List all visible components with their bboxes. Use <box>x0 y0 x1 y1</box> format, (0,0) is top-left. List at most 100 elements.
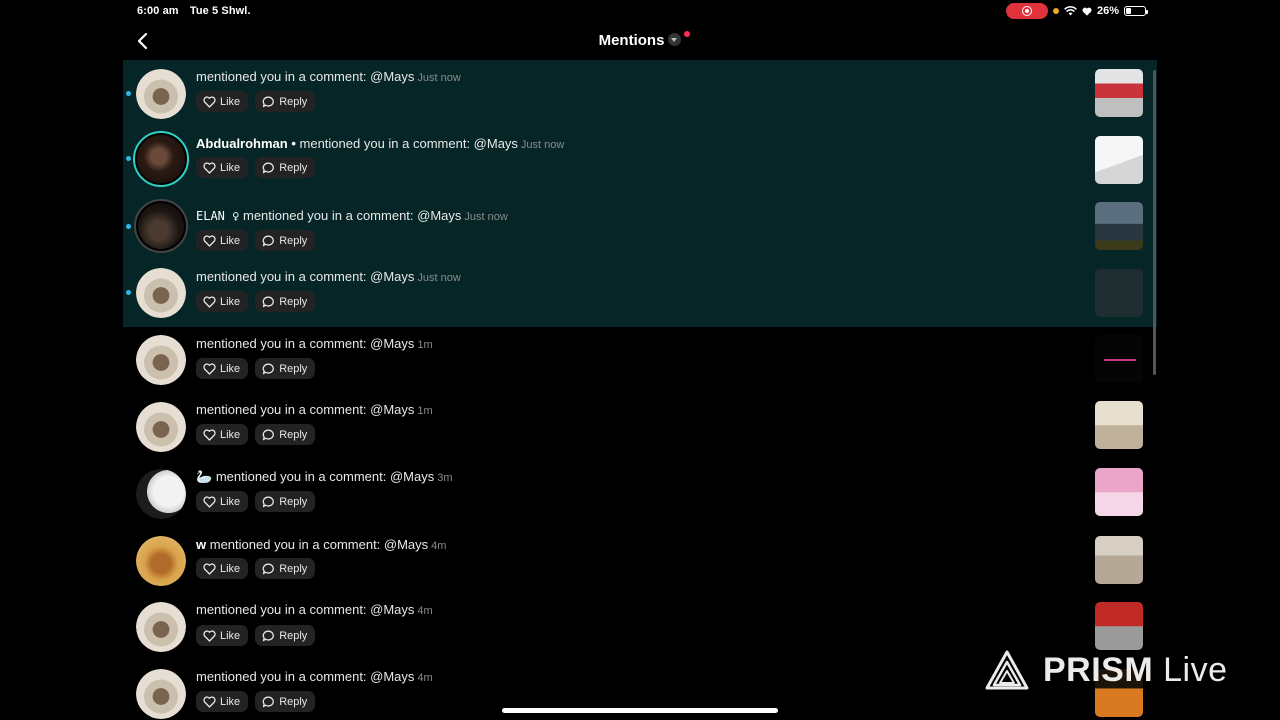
comment-icon <box>262 429 275 440</box>
reply-button[interactable]: Reply <box>255 558 316 579</box>
heart-outline-icon <box>203 161 216 174</box>
mention-actions: Like Reply <box>196 625 316 646</box>
timestamp: Just now <box>464 211 508 223</box>
comment-icon <box>262 696 275 707</box>
username[interactable]: Abdualrohman • <box>196 136 296 151</box>
avatar[interactable] <box>136 402 186 452</box>
list-item[interactable]: w mentioned you in a comment: @Mays 4m Li… <box>123 528 1157 594</box>
screen-recording-icon[interactable] <box>1005 3 1048 19</box>
list-item[interactable]: mentioned you in a comment: @Mays Just no… <box>123 60 1157 126</box>
username[interactable]: 🦢 <box>196 469 212 484</box>
reply-button[interactable]: Reply <box>255 157 316 178</box>
avatar-story-ring[interactable] <box>133 131 189 187</box>
username[interactable]: ELAN ♀ <box>196 209 239 223</box>
like-button[interactable]: Like <box>196 157 249 178</box>
battery-icon <box>1124 6 1148 16</box>
comment-icon <box>262 296 275 307</box>
list-item[interactable]: 🦢 mentioned you in a comment: @Mays 3m Li… <box>123 461 1157 528</box>
post-thumbnail[interactable] <box>1095 468 1143 516</box>
like-button[interactable]: Like <box>196 691 249 712</box>
mention-actions: Like Reply <box>196 91 316 112</box>
timestamp: 3m <box>437 472 453 484</box>
post-thumbnail[interactable] <box>1095 602 1143 650</box>
avatar[interactable] <box>136 536 186 586</box>
reply-button[interactable]: Reply <box>255 424 316 445</box>
watermark-suffix: Live <box>1163 650 1228 689</box>
timestamp: 4m <box>417 605 433 617</box>
prism-logo-icon <box>985 650 1029 690</box>
timestamp: 4m <box>431 540 447 552</box>
nav-header: Mentions <box>0 26 1280 56</box>
list-item[interactable]: mentioned you in a comment: @Mays 1m Like… <box>123 394 1157 461</box>
wifi-icon <box>1064 6 1077 16</box>
avatar[interactable] <box>134 199 188 253</box>
mic-indicator-icon <box>1052 8 1059 14</box>
mentions-list[interactable]: mentioned you in a comment: @Mays Just no… <box>123 60 1157 720</box>
reply-button[interactable]: Reply <box>255 491 316 512</box>
timestamp: Just now <box>520 139 565 151</box>
timestamp: Just now <box>417 72 461 84</box>
like-button[interactable]: Like <box>196 558 249 579</box>
heart-status-icon <box>1082 7 1092 16</box>
status-left: 6:00 am Tue 5 Shwl. <box>137 5 259 17</box>
avatar[interactable] <box>136 69 186 119</box>
timestamp: 1m <box>417 339 433 351</box>
page-title: Mentions <box>598 32 665 49</box>
heart-outline-icon <box>203 562 216 575</box>
mention-text: mentioned you in a comment: @Mays 4m <box>196 602 433 617</box>
reply-button[interactable]: Reply <box>255 691 316 712</box>
list-item[interactable]: Abdualrohman • mentioned you in a commen… <box>123 126 1157 193</box>
post-thumbnail[interactable] <box>1095 269 1143 317</box>
avatar[interactable] <box>136 469 186 519</box>
list-item[interactable]: ELAN ♀ mentioned you in a comment: @Mays… <box>123 193 1157 260</box>
avatar[interactable] <box>136 335 186 385</box>
comment-icon <box>262 235 275 246</box>
watermark-text: PRISM Live <box>1043 651 1228 690</box>
like-button[interactable]: Like <box>196 291 249 312</box>
title-dropdown[interactable]: Mentions <box>0 31 1280 49</box>
heart-outline-icon <box>203 362 216 375</box>
list-item[interactable]: mentioned you in a comment: @Mays Just no… <box>123 260 1157 327</box>
scrollbar[interactable] <box>1153 70 1156 375</box>
post-thumbnail[interactable] <box>1095 136 1143 184</box>
timestamp: 1m <box>417 405 433 417</box>
like-button[interactable]: Like <box>196 230 249 251</box>
post-thumbnail[interactable] <box>1095 401 1143 449</box>
reply-button[interactable]: Reply <box>255 230 316 251</box>
reply-button[interactable]: Reply <box>255 91 316 112</box>
heart-outline-icon <box>203 428 216 441</box>
list-item[interactable]: mentioned you in a comment: @Mays 1m Like… <box>123 327 1157 394</box>
like-button[interactable]: Like <box>196 424 249 445</box>
avatar[interactable] <box>136 268 186 318</box>
post-thumbnail[interactable] <box>1095 335 1143 383</box>
like-button[interactable]: Like <box>196 358 249 379</box>
mention-actions: Like Reply <box>196 230 316 251</box>
username[interactable]: w <box>196 537 206 552</box>
avatar[interactable] <box>136 602 186 652</box>
like-button[interactable]: Like <box>196 625 249 646</box>
unread-indicator <box>126 224 131 229</box>
battery-percent: 26% <box>1096 5 1119 17</box>
mention-text: mentioned you in a comment: @Mays Just no… <box>196 269 461 284</box>
mention-actions: Like Reply <box>196 358 316 379</box>
post-thumbnail[interactable] <box>1095 536 1143 584</box>
mention-text: mentioned you in a comment: @Mays 1m <box>196 402 433 417</box>
post-thumbnail[interactable] <box>1095 69 1143 117</box>
chevron-down-icon <box>668 33 682 46</box>
like-button[interactable]: Like <box>196 91 249 112</box>
avatar[interactable] <box>136 669 186 719</box>
mention-text: mentioned you in a comment: @Mays 4m <box>196 669 433 684</box>
heart-outline-icon <box>203 95 216 108</box>
mention-actions: Like Reply <box>196 691 316 712</box>
home-indicator[interactable] <box>502 708 778 713</box>
reply-button[interactable]: Reply <box>255 291 316 312</box>
reply-button[interactable]: Reply <box>255 625 316 646</box>
timestamp: Just now <box>417 272 461 284</box>
unread-indicator <box>126 290 131 295</box>
post-thumbnail[interactable] <box>1095 202 1143 250</box>
mention-text: mentioned you in a comment: @Mays 1m <box>196 336 433 351</box>
like-button[interactable]: Like <box>196 491 249 512</box>
reply-button[interactable]: Reply <box>255 358 316 379</box>
heart-outline-icon <box>203 495 216 508</box>
mention-actions: Like Reply <box>196 291 316 312</box>
